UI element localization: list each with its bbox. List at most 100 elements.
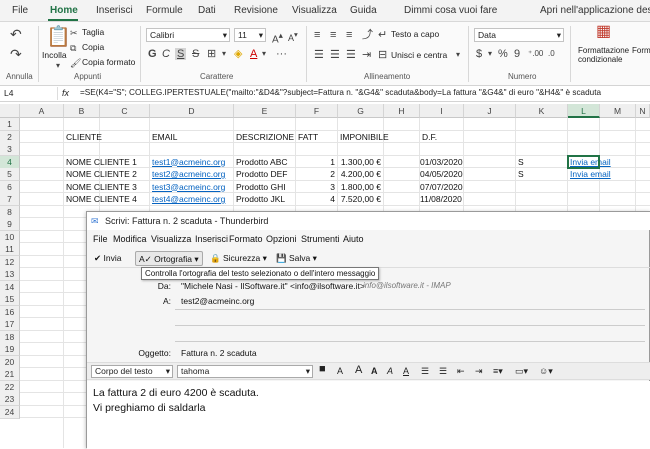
row-header-15[interactable]: 15 xyxy=(0,293,20,306)
column-header-m[interactable]: M xyxy=(600,104,636,118)
paragraph-style-select[interactable]: Corpo del testo ▾ xyxy=(91,365,173,378)
percent-icon[interactable]: % xyxy=(498,48,508,60)
chevron-down-icon[interactable]: ▾ xyxy=(488,48,492,60)
subject-field[interactable]: Fattura n. 2 scaduta xyxy=(181,348,257,358)
borders-icon[interactable]: ⊞ xyxy=(207,48,216,60)
paste-dropdown-icon[interactable]: ▾ xyxy=(56,60,60,72)
column-header-k[interactable]: K xyxy=(516,104,568,118)
row-header-23[interactable]: 23 xyxy=(0,393,20,406)
column-header-d[interactable]: D xyxy=(150,104,234,118)
underline-icon[interactable]: A xyxy=(403,366,409,376)
column-header-l[interactable]: L xyxy=(568,104,600,118)
bold-icon[interactable]: G xyxy=(148,48,157,60)
row-header-7[interactable]: 7 xyxy=(0,193,20,206)
row-header-19[interactable]: 19 xyxy=(0,343,20,356)
paste-button[interactable]: Incolla xyxy=(42,50,67,60)
font-size-select[interactable]: 11 ▾ xyxy=(234,28,266,42)
row-header-24[interactable]: 24 xyxy=(0,405,20,419)
column-header-e[interactable]: E xyxy=(234,104,296,118)
security-button[interactable]: 🔒 Sicurezza ▾ xyxy=(207,251,270,266)
chevron-down-icon[interactable]: ▾ xyxy=(456,49,460,61)
row-header-14[interactable]: 14 xyxy=(0,280,20,294)
tell-me-search[interactable]: Dimmi cosa vuoi fare xyxy=(404,5,497,16)
send-button[interactable]: ✔ Invia xyxy=(91,251,124,266)
thousands-separator-icon[interactable]: 9 xyxy=(514,48,520,60)
chevron-down-icon[interactable]: ▾ xyxy=(262,48,266,60)
number-format-select[interactable]: Data ▾ xyxy=(474,28,564,42)
row-header-20[interactable]: 20 xyxy=(0,355,20,369)
strikethrough-icon[interactable]: S xyxy=(192,48,199,60)
align-bottom-icon[interactable]: ≡ xyxy=(346,29,352,41)
row-header-16[interactable]: 16 xyxy=(0,305,20,319)
format-as-table-button[interactable]: Form xyxy=(632,46,650,55)
cell-invia-email-link[interactable]: Invia email xyxy=(570,168,611,181)
menu-modifica[interactable]: Modifica xyxy=(113,234,147,244)
tab-file[interactable]: File xyxy=(12,5,28,16)
insert-icon[interactable]: ▭▾ xyxy=(515,366,528,377)
row-header-1[interactable]: 1 xyxy=(0,118,20,131)
bold-icon[interactable]: A xyxy=(371,366,378,376)
row-header-4[interactable]: 4 xyxy=(0,155,20,169)
italic-icon[interactable]: A xyxy=(387,366,393,376)
decrease-decimal-icon[interactable]: .0 xyxy=(548,48,555,60)
row-header-13[interactable]: 13 xyxy=(0,268,20,281)
format-painter-button[interactable]: Copia formato xyxy=(82,57,135,67)
orientation-icon[interactable]: ⤴ xyxy=(362,29,373,41)
column-header-a[interactable]: A xyxy=(20,104,64,118)
decrease-font-icon[interactable]: A xyxy=(337,366,343,376)
row-header-10[interactable]: 10 xyxy=(0,230,20,244)
row-header-17[interactable]: 17 xyxy=(0,318,20,331)
column-header-c[interactable]: C xyxy=(100,104,150,118)
column-header-n[interactable]: N xyxy=(636,104,650,118)
align-icon[interactable]: ≡▾ xyxy=(493,366,503,377)
column-header-h[interactable]: H xyxy=(384,104,420,118)
font-name-select[interactable]: Calibri ▾ xyxy=(146,28,230,42)
row-header-12[interactable]: 12 xyxy=(0,255,20,269)
chevron-down-icon[interactable]: ▾ xyxy=(222,48,226,60)
column-header-b[interactable]: B xyxy=(64,104,100,118)
align-middle-icon[interactable]: ≡ xyxy=(330,29,336,41)
formula-input[interactable]: =SE(K4="S"; COLLEG.IPERTESTUALE("mailto:… xyxy=(80,88,650,97)
cell-email[interactable]: test1@acmeinc.org xyxy=(152,156,225,169)
column-header-i[interactable]: I xyxy=(420,104,464,118)
menu-opzioni[interactable]: Opzioni xyxy=(266,234,297,244)
open-desktop-app[interactable]: Apri nell'applicazione desktop xyxy=(540,5,650,16)
column-header-j[interactable]: J xyxy=(464,104,516,118)
wrap-text-button[interactable]: Testo a capo xyxy=(391,29,439,39)
cell-email[interactable]: test4@acmeinc.org xyxy=(152,193,225,206)
cell-email[interactable]: test2@acmeinc.org xyxy=(152,168,225,181)
merge-center-button[interactable]: Unisci e centra xyxy=(391,50,447,60)
tab-guida[interactable]: Guida xyxy=(350,5,377,16)
text-color-icon[interactable]: ■ xyxy=(319,363,326,375)
row-header-6[interactable]: 6 xyxy=(0,180,20,194)
bullet-list-icon[interactable]: ☰ xyxy=(421,366,429,377)
row-header-5[interactable]: 5 xyxy=(0,168,20,181)
tab-inserisci[interactable]: Inserisci xyxy=(96,5,133,16)
numbered-list-icon[interactable]: ☰ xyxy=(439,366,447,377)
to-field[interactable]: test2@acmeinc.org xyxy=(181,296,254,306)
font-select[interactable]: tahoma ▾ xyxy=(177,365,313,378)
indent-icon[interactable]: ⇥ xyxy=(475,366,483,377)
undo-icon[interactable]: ↶ xyxy=(10,27,22,41)
paste-icon[interactable]: 📋 xyxy=(46,26,71,48)
emoji-icon[interactable]: ☺▾ xyxy=(539,366,553,377)
currency-icon[interactable]: $ xyxy=(476,48,482,60)
font-color-icon[interactable]: A xyxy=(250,48,257,60)
row-header-18[interactable]: 18 xyxy=(0,330,20,344)
row-header-2[interactable]: 2 xyxy=(0,130,20,144)
menu-inserisci[interactable]: Inserisci xyxy=(195,234,228,244)
conditional-format-button[interactable]: Formattazione condizionale xyxy=(578,46,636,64)
save-button[interactable]: 💾 Salva ▾ xyxy=(273,251,320,266)
menu-strumenti[interactable]: Strumenti xyxy=(301,234,340,244)
copy-button[interactable]: Copia xyxy=(82,42,104,52)
name-box[interactable]: L4 xyxy=(2,87,58,100)
fx-icon[interactable]: fx xyxy=(62,88,69,98)
align-top-icon[interactable]: ≡ xyxy=(314,29,320,41)
column-header-f[interactable]: F xyxy=(296,104,338,118)
select-all-corner[interactable] xyxy=(0,104,20,118)
row-header-8[interactable]: 8 xyxy=(0,205,20,219)
row-header-3[interactable]: 3 xyxy=(0,143,20,156)
row-header-22[interactable]: 22 xyxy=(0,380,20,394)
tab-visualizza[interactable]: Visualizza xyxy=(292,5,337,16)
shrink-font-icon[interactable]: A▾ xyxy=(288,29,298,44)
